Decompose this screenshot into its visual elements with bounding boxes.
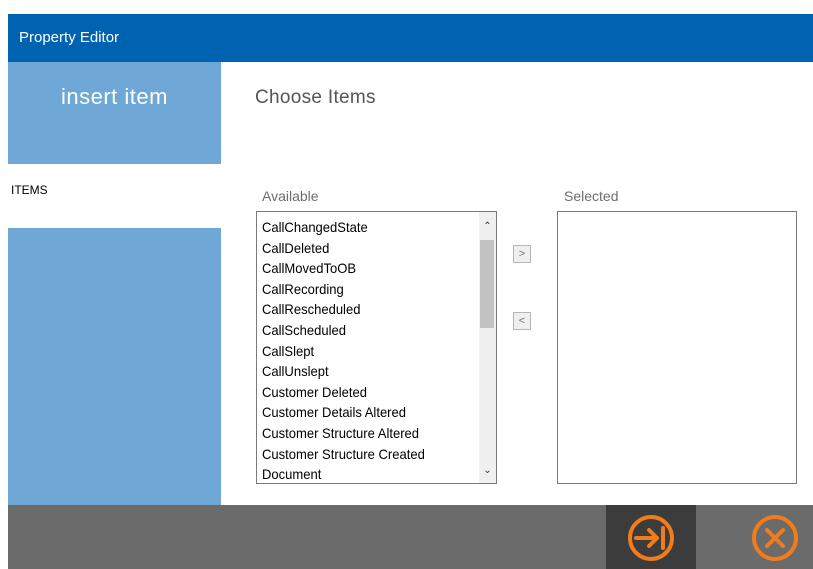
title-bar: Property Editor xyxy=(8,14,813,62)
selected-label: Selected xyxy=(564,188,619,204)
list-item[interactable]: CallSlept xyxy=(262,341,459,362)
scroll-up-icon[interactable]: ⌃ xyxy=(479,218,496,235)
list-item[interactable]: CallUnslept xyxy=(262,361,459,382)
scroll-thumb[interactable] xyxy=(480,240,494,328)
footer-bar xyxy=(8,505,813,569)
section-title: Choose Items xyxy=(255,87,376,108)
list-item[interactable]: Document xyxy=(262,464,459,483)
main-panel: Choose Items Available CallChangedState C… xyxy=(221,62,813,505)
list-item[interactable]: CallRecording xyxy=(262,279,459,300)
apply-button[interactable] xyxy=(606,505,696,569)
list-item[interactable]: Customer Structure Created xyxy=(262,444,459,465)
sidebar-item-label: ITEMS xyxy=(11,183,48,197)
list-item[interactable]: CallMovedToOB xyxy=(262,258,459,279)
list-item[interactable]: Customer Deleted xyxy=(262,382,459,403)
selected-listbox[interactable] xyxy=(557,211,797,484)
scroll-down-icon[interactable]: ⌄ xyxy=(479,462,496,479)
remove-item-button[interactable]: < xyxy=(513,312,531,330)
window-title: Property Editor xyxy=(19,29,120,46)
list-item[interactable]: Customer Structure Altered xyxy=(262,423,459,444)
available-items: CallChangedState CallDeleted CallMovedToOB… xyxy=(262,217,474,483)
list-item[interactable]: CallRescheduled xyxy=(262,299,459,320)
sidebar: insert item ITEMS xyxy=(8,62,221,505)
list-item[interactable]: CallDeleted xyxy=(262,238,459,259)
add-item-button[interactable]: > xyxy=(513,245,531,263)
available-listbox[interactable]: CallChangedState CallDeleted CallMovedToOB… xyxy=(256,211,497,484)
arrow-to-bar-icon xyxy=(628,515,674,561)
available-label: Available xyxy=(262,188,319,204)
sidebar-item-items[interactable]: ITEMS xyxy=(8,164,221,228)
cancel-button[interactable] xyxy=(730,505,813,569)
available-scrollbar[interactable]: ⌃ ⌄ xyxy=(479,212,496,483)
list-item[interactable]: Customer Details Altered xyxy=(262,402,459,423)
list-item[interactable]: CallChangedState xyxy=(262,217,459,238)
window-left-edge xyxy=(0,0,8,569)
list-item[interactable]: CallScheduled xyxy=(262,320,459,341)
sidebar-heading: insert item xyxy=(61,84,168,109)
close-circle-icon xyxy=(752,515,798,561)
